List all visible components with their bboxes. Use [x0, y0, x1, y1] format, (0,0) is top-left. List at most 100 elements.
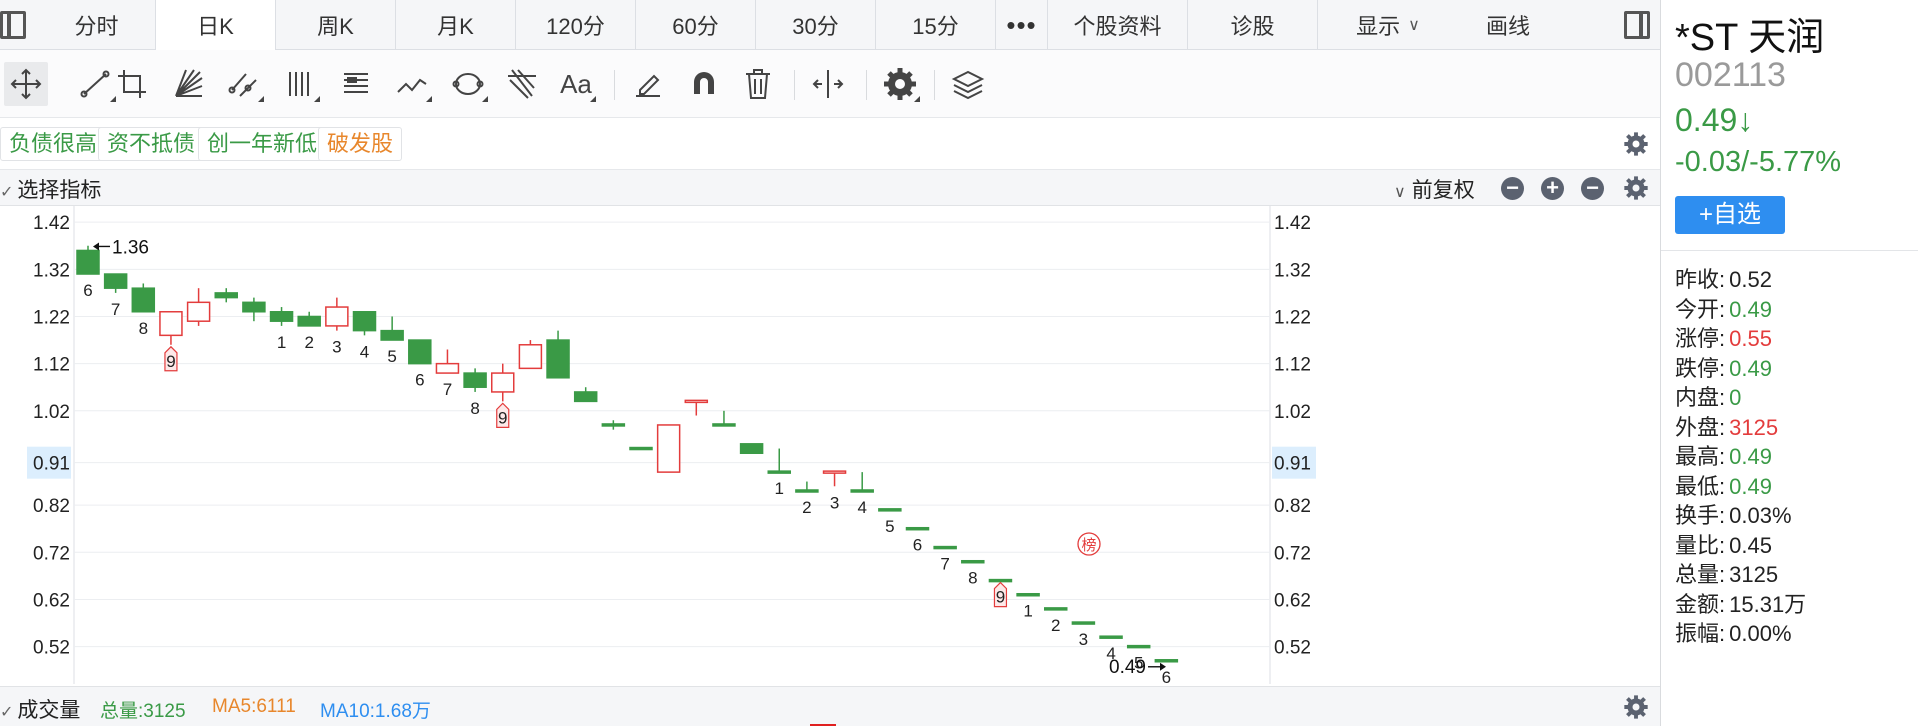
gear-icon[interactable]	[1622, 174, 1650, 202]
magnet-tool[interactable]	[682, 62, 726, 106]
price-adjust-select[interactable]: ∨ 前复权	[1394, 174, 1475, 204]
tab-period[interactable]: 60分	[636, 0, 756, 50]
candle-body	[297, 315, 321, 327]
tab-period[interactable]: 周K	[276, 0, 396, 50]
td-sequence-label: 2	[1051, 616, 1060, 635]
polyline-icon	[397, 78, 427, 93]
pitchfork-tool[interactable]	[500, 62, 544, 106]
stock-tag[interactable]: 破发股	[318, 127, 403, 161]
y-tick-label-right: 0.52	[1274, 638, 1311, 659]
pitchfork-icon	[508, 69, 536, 99]
cycle-tool[interactable]	[446, 62, 490, 106]
display-menu[interactable]: 显示 ∨	[1318, 0, 1458, 50]
td-sequence-label: 7	[443, 380, 452, 399]
y-tick-label-left: 0.52	[33, 638, 70, 659]
tab-period[interactable]: 月K	[396, 0, 516, 50]
tab-period[interactable]: 分时	[38, 0, 156, 50]
tab-info[interactable]: 个股资料	[1048, 0, 1188, 50]
td-sequence-label: 7	[111, 300, 120, 319]
vertical-lines-tool[interactable]	[278, 62, 322, 106]
quote-stat-value: 0.00%	[1729, 621, 1792, 646]
td-sequence-label: 1	[277, 333, 286, 352]
delete-tool[interactable]	[736, 62, 780, 106]
td-sequence-label: 6	[83, 281, 92, 300]
move-tool[interactable]	[4, 62, 48, 106]
quote-stat-label: 量比:	[1675, 532, 1726, 558]
td-sequence-label: 5	[387, 347, 396, 366]
quote-stat-label: 最低:	[1675, 473, 1726, 499]
indicator-bar: ✓ 选择指标 ∨ 前复权 − + −	[0, 170, 1660, 206]
y-tick-label-right: 0.62	[1274, 590, 1311, 611]
stock-tag[interactable]: 资不抵债	[98, 127, 205, 161]
candle-body	[573, 391, 598, 403]
td-sequence-label: 8	[968, 569, 977, 588]
gear-icon[interactable]	[1622, 693, 1650, 721]
td-sequence-label: 3	[1079, 630, 1088, 649]
panel-icon	[1624, 11, 1650, 39]
stock-tag[interactable]: 创一年新低	[198, 127, 327, 161]
collapse-button[interactable]: −	[1581, 177, 1604, 200]
quote-stat-row: 总量: 3125	[1675, 557, 1778, 587]
more-tabs-button[interactable]: •••	[996, 0, 1048, 50]
layers-tool[interactable]	[946, 62, 990, 106]
quote-stat-label: 涨停:	[1675, 326, 1726, 351]
candle-body	[1154, 659, 1179, 663]
quote-stat-value: 0	[1729, 385, 1742, 410]
tab-period[interactable]: 15分	[876, 0, 996, 50]
tab-period[interactable]: 30分	[756, 0, 876, 50]
tab-period[interactable]: 日K	[156, 0, 276, 50]
magnet-icon	[694, 72, 714, 94]
rectangle-tool[interactable]	[110, 62, 154, 106]
channel-tool[interactable]	[222, 62, 266, 106]
quote-stat-row: 量比: 0.45	[1675, 528, 1772, 558]
td-sequence-label: 3	[830, 493, 839, 512]
y-tick-label-left: 1.02	[33, 402, 70, 423]
td-sequence-label: 2	[304, 333, 313, 352]
zoom-range-tool[interactable]	[806, 62, 850, 106]
move-icon	[10, 68, 42, 100]
fibonacci-tool[interactable]	[334, 62, 378, 106]
polyline-tool[interactable]	[390, 62, 434, 106]
text-tool[interactable]: Aa	[554, 62, 598, 106]
zoom-in-button[interactable]: +	[1541, 177, 1564, 200]
left-panel-toggle[interactable]	[0, 0, 38, 50]
y-tick-label-left: 1.42	[33, 213, 70, 234]
chevron-icon: ✓	[0, 704, 14, 721]
stock-tags: 负债很高 资不抵债 创一年新低 破发股	[0, 118, 1660, 170]
chevron-down-icon: ∨	[1408, 17, 1420, 34]
tab-info[interactable]: 诊股	[1188, 0, 1318, 50]
right-panel-toggle[interactable]	[1614, 0, 1660, 50]
y-tick-label-right: 1.32	[1274, 260, 1311, 281]
zoom-out-button[interactable]: −	[1501, 177, 1524, 200]
y-tick-label-right: 1.42	[1274, 213, 1311, 234]
volume-indicator[interactable]: ✓ 成交量	[0, 694, 80, 724]
stock-tag[interactable]: 负债很高	[0, 127, 107, 161]
chevron-down-icon: ∨	[1394, 184, 1406, 201]
stock-price: 0.49↓	[1675, 102, 1754, 138]
quote-stat-row: 金额: 15.31万	[1675, 587, 1806, 617]
td-sequence-label: 4	[360, 342, 369, 361]
candle-body	[795, 489, 819, 493]
draw-line-menu[interactable]: 画线	[1458, 0, 1558, 50]
tab-period[interactable]: 120分	[516, 0, 636, 50]
toolbar-divider	[934, 70, 935, 100]
candle-body	[76, 249, 100, 275]
gear-icon[interactable]	[1622, 130, 1650, 158]
y-tick-label-right: 0.82	[1274, 496, 1311, 517]
display-menu-label: 显示	[1356, 14, 1401, 39]
eraser-tool[interactable]	[626, 62, 670, 106]
volume-label: 成交量	[17, 699, 81, 722]
candle-body	[1071, 621, 1096, 625]
candle-body	[961, 559, 985, 564]
td-sequence-label: 9	[166, 352, 175, 371]
add-watchlist-button[interactable]: +自选	[1675, 196, 1785, 234]
select-indicator[interactable]: ✓ 选择指标	[0, 174, 101, 204]
td-sequence-label: 1	[1023, 602, 1032, 621]
panel-icon	[0, 11, 26, 39]
quote-stat-value: 0.52	[1729, 267, 1772, 292]
fan-tool[interactable]	[166, 62, 210, 106]
candlestick-chart[interactable]: 1.42 1.42 1.32 1.32 1.22 1.22 1.12 1.12 1.02 1.02…	[0, 206, 1660, 686]
tab-right-list: 个股资料 诊股	[1048, 0, 1318, 50]
settings-tool[interactable]	[878, 62, 922, 106]
candle-body	[380, 329, 404, 341]
